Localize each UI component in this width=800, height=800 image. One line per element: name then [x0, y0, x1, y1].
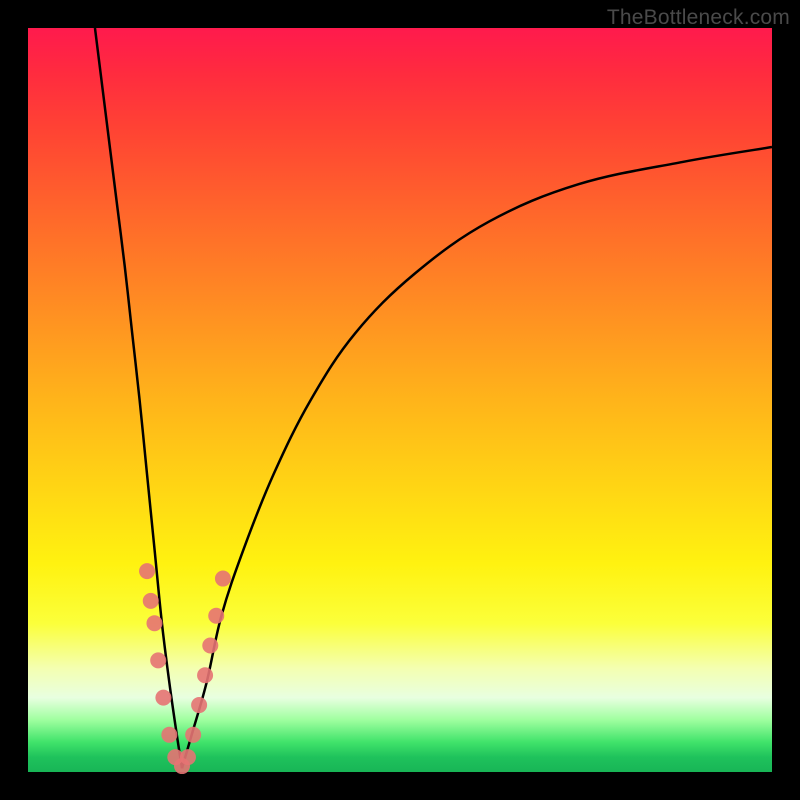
data-marker: [139, 563, 155, 579]
data-marker: [150, 652, 166, 668]
data-marker: [208, 608, 224, 624]
curve-left-branch: [95, 28, 182, 768]
bottleneck-curve: [28, 28, 772, 772]
data-marker: [146, 615, 162, 631]
data-marker: [215, 571, 231, 587]
data-marker: [143, 593, 159, 609]
data-marker: [180, 749, 196, 765]
watermark-text: TheBottleneck.com: [607, 6, 790, 30]
data-marker: [197, 667, 213, 683]
chart-frame: TheBottleneck.com: [0, 0, 800, 800]
data-marker: [161, 727, 177, 743]
data-marker: [155, 690, 171, 706]
curve-right-branch: [182, 147, 772, 768]
plot-area: [28, 28, 772, 772]
data-marker: [202, 638, 218, 654]
data-marker: [191, 697, 207, 713]
data-marker: [185, 727, 201, 743]
